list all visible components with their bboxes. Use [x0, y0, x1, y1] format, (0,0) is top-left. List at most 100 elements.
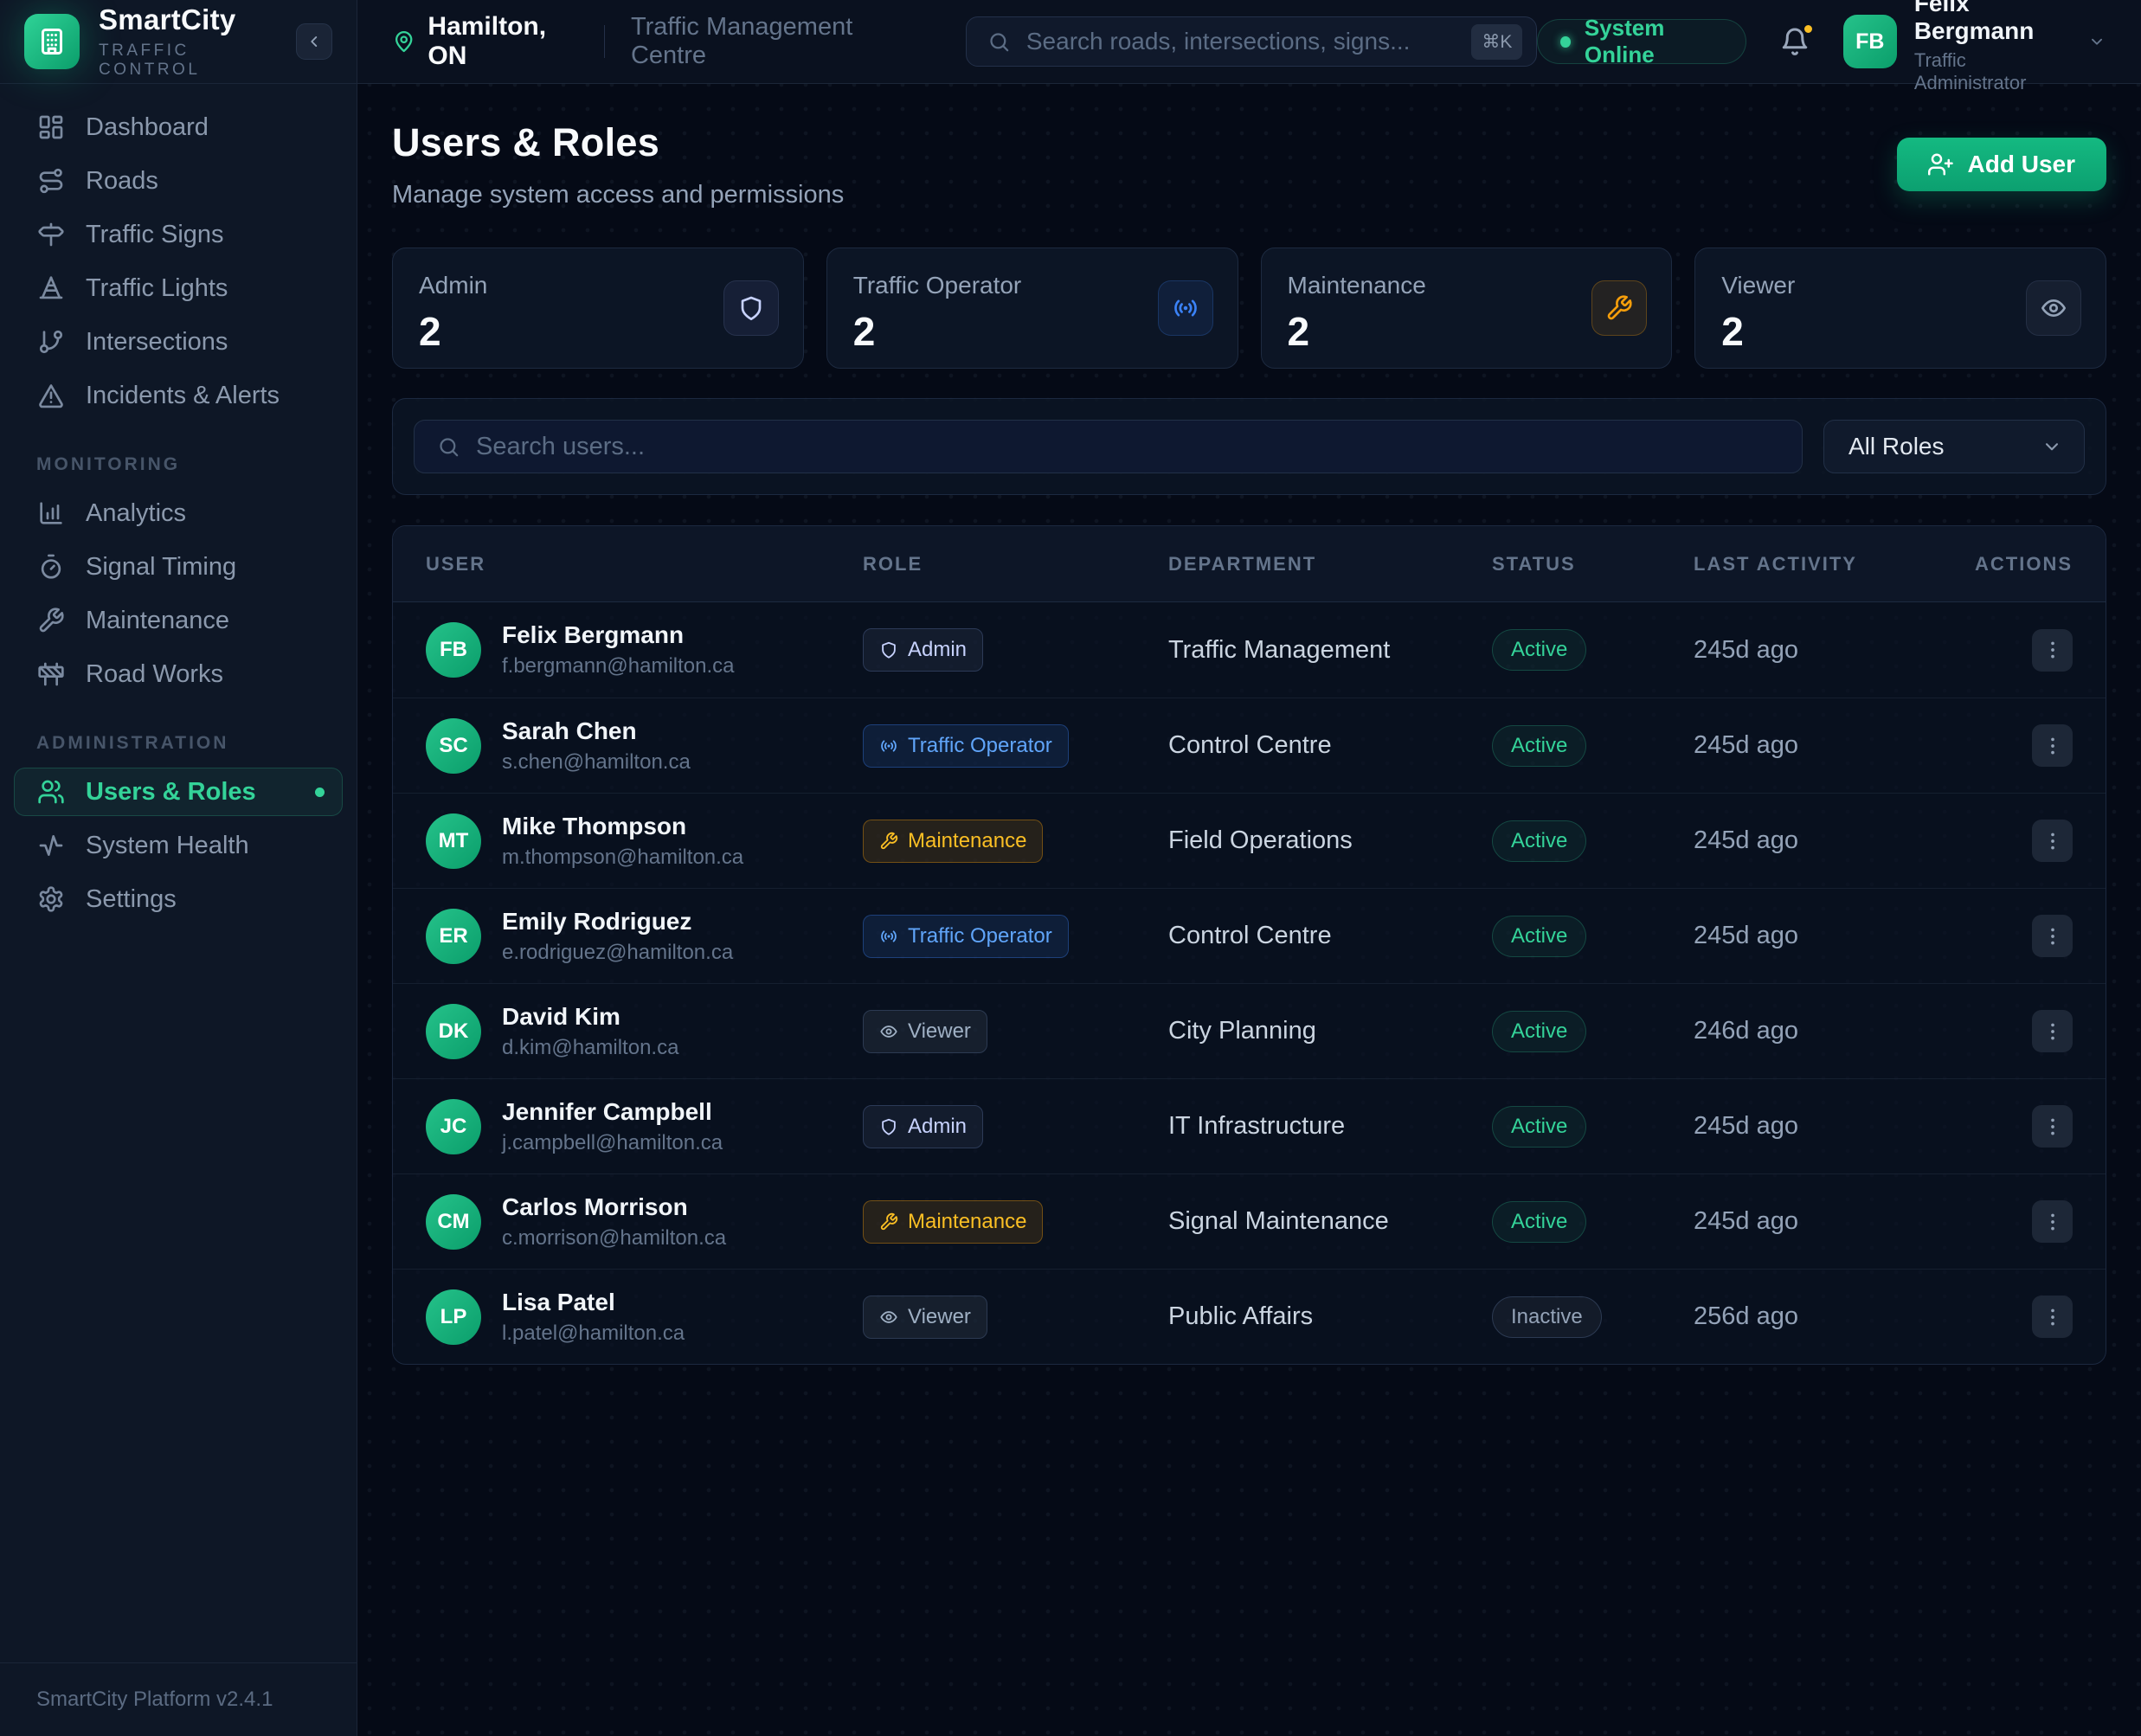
system-status-badge[interactable]: System Online: [1537, 19, 1746, 64]
actions-cell: [1945, 629, 2073, 672]
notification-dot: [1802, 23, 1815, 35]
department-cell: Signal Maintenance: [1168, 1207, 1492, 1236]
role-filter-value: All Roles: [1848, 433, 1944, 460]
add-user-label: Add User: [1968, 151, 2075, 178]
user-info: Mike Thompsonm.thompson@hamilton.ca: [502, 813, 743, 870]
row-actions-button[interactable]: [2032, 1296, 2073, 1338]
row-actions-button[interactable]: [2032, 1105, 2073, 1148]
sidebar-item-label: Intersections: [86, 328, 228, 357]
sidebar-item-maintenance[interactable]: Maintenance: [14, 596, 343, 645]
avatar: FB: [426, 622, 481, 678]
department-cell: Control Centre: [1168, 731, 1492, 760]
avatar: JC: [426, 1099, 481, 1154]
sidebar-item-road-works[interactable]: Road Works: [14, 650, 343, 698]
department-cell: IT Infrastructure: [1168, 1112, 1492, 1141]
sidebar-item-incidents-alerts[interactable]: Incidents & Alerts: [14, 371, 343, 420]
role-label: Admin: [908, 1115, 967, 1139]
user-email: l.patel@hamilton.ca: [502, 1321, 685, 1346]
chevron-down-icon: [2041, 435, 2063, 458]
last-activity-cell: 245d ago: [1694, 731, 1945, 760]
sidebar-item-users-roles[interactable]: Users & Roles: [14, 768, 343, 816]
gear-icon: [37, 885, 65, 913]
department-cell: Traffic Management: [1168, 636, 1492, 665]
role-badge: Viewer: [863, 1010, 987, 1053]
role-label: Viewer: [908, 1305, 971, 1329]
actions-cell: [1945, 820, 2073, 862]
sidebar-item-dashboard[interactable]: Dashboard: [14, 103, 343, 151]
add-user-button[interactable]: Add User: [1897, 138, 2106, 191]
role-cell: Maintenance: [863, 820, 1168, 863]
sidebar-collapse-button[interactable]: [296, 23, 332, 60]
sidebar-item-label: Users & Roles: [86, 778, 256, 807]
role-badge: Traffic Operator: [863, 724, 1069, 768]
ellipsis-vertical-icon: [2041, 735, 2064, 757]
table-row: EREmily Rodrigueze.rodriguez@hamilton.ca…: [393, 888, 2106, 983]
department-cell: Control Centre: [1168, 922, 1492, 950]
sidebar: SmartCity TRAFFIC CONTROL DashboardRoads…: [0, 0, 357, 1736]
role-filter-select[interactable]: All Roles: [1823, 420, 2085, 473]
user-email: e.rodriguez@hamilton.ca: [502, 941, 733, 965]
sidebar-item-signal-timing[interactable]: Signal Timing: [14, 543, 343, 591]
row-actions-button[interactable]: [2032, 820, 2073, 862]
centre-subtitle: Traffic Management Centre: [631, 13, 910, 70]
user-info: Felix Bergmannf.bergmann@hamilton.ca: [502, 621, 735, 678]
role-badge: Viewer: [863, 1296, 987, 1339]
wrench-icon: [37, 607, 65, 634]
sidebar-item-roads[interactable]: Roads: [14, 157, 343, 205]
global-search-input[interactable]: [1026, 28, 1471, 55]
table-header-cell: ROLE: [863, 553, 1168, 575]
sidebar-item-settings[interactable]: Settings: [14, 875, 343, 923]
status-cell: Active: [1492, 916, 1694, 957]
last-activity-cell: 245d ago: [1694, 922, 1945, 950]
row-actions-button[interactable]: [2032, 629, 2073, 672]
sidebar-item-traffic-lights[interactable]: Traffic Lights: [14, 264, 343, 312]
role-label: Traffic Operator: [908, 734, 1052, 758]
notifications-button[interactable]: [1779, 26, 1810, 57]
sidebar-item-label: Signal Timing: [86, 553, 236, 582]
location: Hamilton, ON: [392, 12, 578, 71]
table-row: FBFelix Bergmannf.bergmann@hamilton.caAd…: [393, 602, 2106, 698]
user-email: f.bergmann@hamilton.ca: [502, 654, 735, 678]
ellipsis-vertical-icon: [2041, 1116, 2064, 1138]
sidebar-item-intersections[interactable]: Intersections: [14, 318, 343, 366]
role-cell: Maintenance: [863, 1200, 1168, 1244]
user-name: Sarah Chen: [502, 717, 691, 745]
shortcut-badge: ⌘K: [1471, 24, 1522, 60]
user-menu[interactable]: FB Felix Bergmann Traffic Administrator: [1843, 0, 2106, 94]
platform-version: SmartCity Platform v2.4.1: [36, 1688, 273, 1711]
sidebar-item-system-health[interactable]: System Health: [14, 821, 343, 870]
sidebar-item-traffic-signs[interactable]: Traffic Signs: [14, 210, 343, 259]
table-row: SCSarah Chens.chen@hamilton.ca Traffic Op…: [393, 698, 2106, 793]
sidebar-item-label: Maintenance: [86, 607, 229, 635]
search-icon: [987, 30, 1011, 54]
row-actions-button[interactable]: [2032, 1010, 2073, 1052]
top-bar-right: System Online FB Felix Bergmann Traffic …: [1537, 0, 2106, 94]
department-cell: City Planning: [1168, 1017, 1492, 1045]
active-indicator-dot: [315, 788, 325, 797]
user-cell: MTMike Thompsonm.thompson@hamilton.ca: [426, 813, 863, 870]
last-activity-cell: 245d ago: [1694, 826, 1945, 855]
role-badge: Traffic Operator: [863, 915, 1069, 958]
user-email: j.campbell@hamilton.ca: [502, 1131, 723, 1155]
users-icon: [37, 778, 65, 806]
users-search-input[interactable]: [476, 433, 1779, 461]
cone-icon: [37, 274, 65, 302]
stat-card-admin: Admin2: [392, 248, 804, 369]
row-actions-button[interactable]: [2032, 915, 2073, 957]
filter-card: All Roles: [392, 398, 2106, 495]
alert-icon: [37, 382, 65, 409]
table-header-cell: LAST ACTIVITY: [1694, 553, 1945, 575]
wrench-icon: [879, 832, 898, 851]
main-area: Hamilton, ON Traffic Management Centre ⌘…: [357, 0, 2141, 1736]
user-name: Lisa Patel: [502, 1289, 685, 1316]
role-label: Maintenance: [908, 829, 1026, 853]
user-name: Mike Thompson: [502, 813, 743, 840]
user-avatar: FB: [1843, 15, 1897, 68]
table-header-cell: ACTIONS: [1945, 553, 2073, 575]
sidebar-item-label: System Health: [86, 832, 249, 860]
sidebar-item-analytics[interactable]: Analytics: [14, 489, 343, 537]
row-actions-button[interactable]: [2032, 724, 2073, 767]
user-cell: SCSarah Chens.chen@hamilton.ca: [426, 717, 863, 775]
sidebar-item-label: Roads: [86, 167, 158, 196]
row-actions-button[interactable]: [2032, 1200, 2073, 1243]
